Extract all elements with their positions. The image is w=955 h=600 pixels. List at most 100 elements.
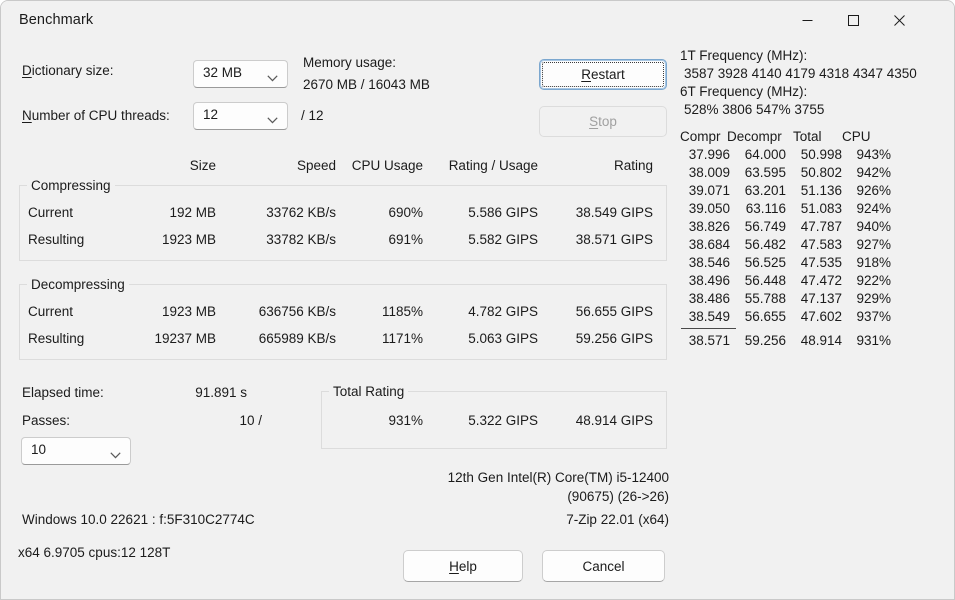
benchmark-window: Benchmark Dictionary size: 32 MB Number …: [0, 0, 955, 600]
log-row-decompr: 56.448: [744, 273, 786, 288]
decompressing-row-current-label: Current: [28, 304, 74, 319]
compressing-row-resulting-label: Resulting: [28, 232, 85, 247]
log-row-compr: 38.546: [688, 255, 730, 270]
log-row-decompr: 64.000: [744, 147, 786, 162]
log-row-decompr: 56.525: [744, 255, 786, 270]
log-row-cpu: 926%: [856, 183, 891, 198]
stop-button: Stop: [539, 106, 667, 137]
freq-6t-label: 6T Frequency (MHz):: [680, 84, 808, 99]
column-header-size: Size: [189, 158, 216, 173]
decompressing-group-title: Decompressing: [27, 277, 129, 292]
compressing-resulting-size: 1923 MB: [161, 232, 216, 247]
passes-dropdown[interactable]: 10: [21, 437, 131, 465]
cpu-detail: (90675) (26->26): [567, 489, 669, 504]
log-total-cpu: 931%: [856, 333, 891, 348]
log-row-decompr: 63.201: [744, 183, 786, 198]
log-row-decompr: 63.595: [744, 165, 786, 180]
log-row-compr: 39.071: [688, 183, 730, 198]
log-row-total: 47.602: [800, 309, 842, 324]
total-rating-cpu: 931%: [388, 413, 423, 428]
log-row-compr: 38.549: [688, 309, 730, 324]
cancel-button[interactable]: Cancel: [542, 550, 665, 582]
log-total-decompr: 59.256: [744, 333, 786, 348]
log-row-decompr: 55.788: [744, 291, 786, 306]
log-separator: [681, 328, 736, 329]
decompressing-resulting-speed: 665989 KB/s: [258, 331, 336, 346]
elapsed-time-label: Elapsed time:: [22, 385, 104, 400]
os-info: Windows 10.0 22621 : f:5F310C2774C: [22, 512, 255, 527]
log-column-header-total: Total: [793, 129, 822, 144]
dictionary-size-dropdown[interactable]: 32 MB: [193, 60, 288, 88]
compressing-current-size: 192 MB: [169, 205, 216, 220]
chevron-down-icon: [110, 447, 121, 462]
log-row-cpu: 929%: [856, 291, 891, 306]
compressing-current-rating-usage: 5.586 GIPS: [468, 205, 538, 220]
cpu-threads-dropdown[interactable]: 12: [193, 102, 288, 130]
log-column-header-compr: Compr: [680, 129, 721, 144]
chevron-down-icon: [267, 112, 278, 127]
restart-button[interactable]: Restart: [539, 59, 667, 90]
cpu-threads-label: Number of CPU threads:: [22, 108, 170, 123]
compressing-resulting-rating: 38.571 GIPS: [575, 232, 653, 247]
close-button[interactable]: [876, 1, 922, 40]
help-button[interactable]: Help: [403, 550, 523, 582]
compressing-group: [19, 185, 667, 261]
decompressing-current-rating: 56.655 GIPS: [575, 304, 653, 319]
cpu-threads-value: 12: [203, 107, 219, 122]
decompressing-group: [19, 284, 667, 360]
column-header-speed: Speed: [296, 158, 336, 173]
decompressing-resulting-size: 19237 MB: [154, 331, 216, 346]
decompressing-current-size: 1923 MB: [161, 304, 216, 319]
log-row-total: 51.136: [800, 183, 842, 198]
minimize-icon: [802, 20, 812, 21]
total-rating-rating: 48.914 GIPS: [575, 413, 653, 428]
compressing-resulting-cpu: 691%: [388, 232, 423, 247]
maximize-button[interactable]: [830, 1, 876, 40]
log-column-header-decompr: Decompr: [727, 129, 782, 144]
log-row-cpu: 927%: [856, 237, 891, 252]
compressing-current-speed: 33762 KB/s: [266, 205, 336, 220]
log-row-compr: 38.684: [688, 237, 730, 252]
dictionary-size-label: Dictionary size:: [22, 63, 114, 78]
elapsed-time-value: 91.891 s: [195, 385, 247, 400]
log-row-cpu: 918%: [856, 255, 891, 270]
cpu-name: 12th Gen Intel(R) Core(TM) i5-12400: [447, 470, 669, 485]
log-row-compr: 37.996: [688, 147, 730, 162]
freq-6t-values: 528% 3806 547% 3755: [684, 102, 825, 117]
log-row-total: 47.535: [800, 255, 842, 270]
decompressing-current-speed: 636756 KB/s: [258, 304, 336, 319]
passes-value: 10 /: [239, 413, 262, 428]
decompressing-resulting-rating: 59.256 GIPS: [575, 331, 653, 346]
app-version: 7-Zip 22.01 (x64): [566, 512, 669, 527]
column-header-rating: Rating: [613, 158, 653, 173]
log-row-decompr: 56.749: [744, 219, 786, 234]
log-row-decompr: 63.116: [745, 201, 786, 216]
compressing-resulting-rating-usage: 5.582 GIPS: [468, 232, 538, 247]
help-button-label: Help: [449, 558, 477, 574]
log-column-header-cpu: CPU: [842, 129, 871, 144]
maximize-icon: [847, 15, 859, 26]
compressing-current-cpu: 690%: [388, 205, 423, 220]
log-row-total: 50.802: [800, 165, 842, 180]
compressing-row-current-label: Current: [28, 205, 74, 220]
log-row-decompr: 56.655: [744, 309, 786, 324]
total-rating-group-title: Total Rating: [329, 384, 409, 399]
passes-select-value: 10: [31, 442, 47, 457]
chevron-down-icon: [267, 70, 278, 85]
cpu-threads-total: / 12: [301, 108, 324, 123]
log-row-cpu: 942%: [856, 165, 891, 180]
stop-button-label: Stop: [589, 114, 617, 129]
freq-1t-values: 3587 3928 4140 4179 4318 4347 4350: [684, 66, 917, 81]
memory-usage-label: Memory usage:: [303, 55, 397, 70]
log-row-compr: 38.496: [688, 273, 730, 288]
log-row-total: 51.083: [800, 201, 842, 216]
compressing-group-title: Compressing: [27, 178, 115, 193]
passes-label: Passes:: [22, 413, 71, 428]
dictionary-size-value: 32 MB: [203, 65, 243, 80]
log-row-total: 50.998: [800, 147, 842, 162]
restart-button-label: Restart: [581, 67, 625, 82]
log-row-compr: 38.486: [688, 291, 730, 306]
title-bar: Benchmark: [1, 1, 954, 41]
log-row-compr: 38.826: [688, 219, 730, 234]
minimize-button[interactable]: [784, 1, 830, 40]
